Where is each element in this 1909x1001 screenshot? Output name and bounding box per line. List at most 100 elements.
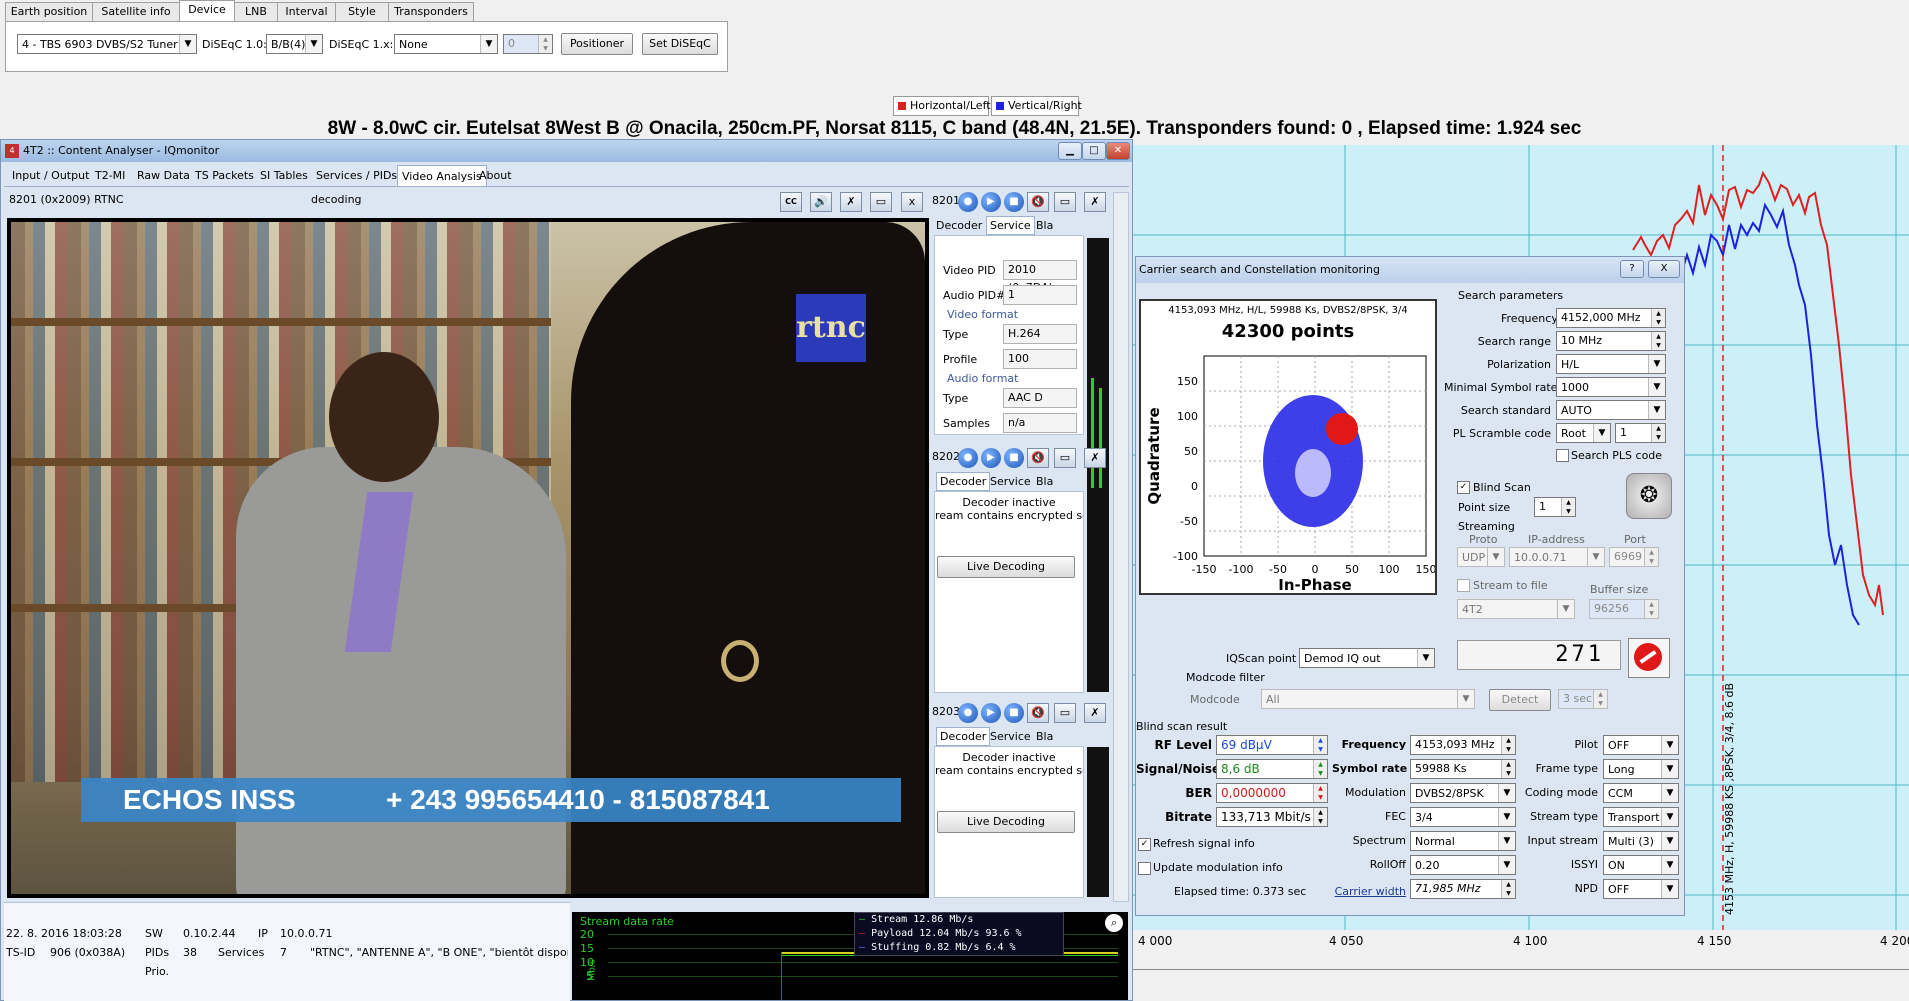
live-decoding-button[interactable]: Live Decoding <box>937 556 1075 578</box>
tab-device[interactable]: Device <box>179 0 235 22</box>
help-icon[interactable]: ? <box>1620 260 1644 278</box>
mute-icon[interactable]: 🔇 <box>1027 192 1049 212</box>
speaker-icon[interactable]: 🔊 <box>810 192 832 212</box>
menu-si-tables[interactable]: SI Tables <box>260 169 308 182</box>
buffer-size-input[interactable]: 96256 ▲ ▼ <box>1589 599 1659 619</box>
modulation-select[interactable]: DVBS2/8PSK ▼ <box>1410 783 1516 803</box>
close-video-button[interactable]: x <box>901 192 923 212</box>
tab-lnb[interactable]: LNB <box>234 2 278 21</box>
video-scrollbar[interactable] <box>1113 192 1129 902</box>
pl-scramble-number[interactable]: 1 ▲ ▼ <box>1615 423 1666 443</box>
satellite-icon[interactable]: ❂ <box>1626 473 1672 519</box>
positioner-button[interactable]: Positioner <box>561 33 633 55</box>
stop-button[interactable] <box>1628 638 1670 678</box>
menu-about[interactable]: About <box>479 169 512 182</box>
tools-icon[interactable]: ✗ <box>1084 192 1106 212</box>
legend-horizontal[interactable]: Horizontal/Left <box>893 96 991 116</box>
stream-type-select[interactable]: Transport ▼ <box>1603 807 1679 827</box>
live-decoding-button[interactable]: Live Decoding <box>937 811 1075 833</box>
rolloff-select[interactable]: 0.20 ▼ <box>1410 855 1516 875</box>
panel-tab-decoder[interactable]: Decoder <box>936 219 982 232</box>
mute-icon[interactable]: 🔇 <box>1027 448 1049 468</box>
menu-services-pids[interactable]: Services / PIDs <box>316 169 397 182</box>
pilot-select[interactable]: OFF ▼ <box>1603 735 1679 755</box>
menu-video-analysis[interactable]: Video Analysis <box>397 165 487 187</box>
menu-input-output[interactable]: Input / Output <box>12 169 89 182</box>
proto-select[interactable]: UDP ▼ <box>1457 547 1505 567</box>
frequency-input[interactable]: 4152,000 MHz ▲ ▼ <box>1556 308 1666 328</box>
zoom-icon[interactable]: ⌕ <box>1105 914 1123 932</box>
refresh-signal-checkbox[interactable]: ✓ <box>1138 838 1151 851</box>
analyser-titlebar[interactable]: 4 4T2 :: Content Analyser - IQmonitor ▁ … <box>1 140 1132 162</box>
detect-seconds[interactable]: 3 sec ▲ ▼ <box>1558 689 1608 709</box>
polarization-select[interactable]: H/L ▼ <box>1556 354 1666 374</box>
carrier-width-link[interactable]: Carrier width <box>1332 885 1406 898</box>
stop-icon[interactable]: ■ <box>1004 448 1024 468</box>
panel-tab-service[interactable]: Service <box>990 730 1031 743</box>
record-icon[interactable]: ● <box>958 192 978 212</box>
diseqc10-select[interactable]: B/B(4) ▼ <box>266 34 323 54</box>
stream-to-file-checkbox[interactable] <box>1457 579 1470 592</box>
mute-icon[interactable]: 🔇 <box>1027 703 1049 723</box>
search-pls-checkbox[interactable] <box>1556 449 1569 462</box>
minimize-icon[interactable]: ▁ <box>1058 142 1082 160</box>
port-input[interactable]: 6969 ▲ ▼ <box>1609 547 1659 567</box>
tab-interval[interactable]: Interval <box>277 2 336 21</box>
tuner-select[interactable]: 4 - TBS 6903 DVBS/S2 Tuner 0 ▼ <box>17 34 197 54</box>
screen-icon[interactable]: ▭ <box>1054 448 1076 468</box>
frame-type-select[interactable]: Long ▼ <box>1603 759 1679 779</box>
detect-button[interactable]: Detect <box>1489 689 1551 711</box>
npd-select[interactable]: OFF ▼ <box>1603 879 1679 899</box>
min-symbol-rate-select[interactable]: 1000 ▼ <box>1556 377 1666 397</box>
screen-icon[interactable]: ▭ <box>1054 192 1076 212</box>
panel-tab-decoder[interactable]: Decoder <box>936 727 991 746</box>
diseqc1x-number[interactable]: 0 ▲ ▼ <box>503 34 553 54</box>
maximize-icon[interactable]: □ <box>1082 142 1106 160</box>
coding-mode-select[interactable]: CCM ▼ <box>1603 783 1679 803</box>
search-standard-select[interactable]: AUTO ▼ <box>1556 400 1666 420</box>
diseqc1x-select[interactable]: None ▼ <box>394 34 498 54</box>
tab-earth-position[interactable]: Earth position <box>5 2 93 21</box>
tools-icon[interactable]: ✗ <box>840 192 862 212</box>
tab-satellite-info[interactable]: Satellite info <box>92 2 180 21</box>
file-select[interactable]: 4T2 ▼ <box>1457 599 1575 619</box>
ip-select[interactable]: 10.0.0.71 ▼ <box>1509 547 1605 567</box>
stop-icon[interactable]: ■ <box>1004 703 1024 723</box>
record-icon[interactable]: ● <box>958 703 978 723</box>
play-icon[interactable]: ▶ <box>981 703 1001 723</box>
iq-scan-point-select[interactable]: Demod IQ out ▼ <box>1299 648 1435 668</box>
panel-tab-service[interactable]: Service <box>990 475 1031 488</box>
panel-tab-decoder[interactable]: Decoder <box>936 472 991 491</box>
close-icon[interactable]: X <box>1648 260 1680 278</box>
tools-icon[interactable]: ✗ <box>1084 703 1106 723</box>
tab-transponders[interactable]: Transponders <box>388 2 474 21</box>
stop-icon[interactable]: ■ <box>1004 192 1024 212</box>
update-modulation-checkbox[interactable] <box>1138 862 1151 875</box>
play-icon[interactable]: ▶ <box>981 448 1001 468</box>
fec-select[interactable]: 3/4 ▼ <box>1410 807 1516 827</box>
menu-raw-data[interactable]: Raw Data <box>137 169 190 182</box>
menu-ts-packets[interactable]: TS Packets <box>195 169 254 182</box>
cc-icon[interactable]: CC <box>780 192 802 212</box>
blind-scan-checkbox[interactable]: ✓ <box>1457 481 1470 494</box>
panel-tab-bla[interactable]: Bla <box>1036 219 1053 232</box>
carrier-titlebar[interactable]: Carrier search and Constellation monitor… <box>1136 257 1684 283</box>
legend-vertical[interactable]: Vertical/Right <box>991 96 1082 116</box>
pl-scramble-select[interactable]: Root ▼ <box>1556 423 1611 443</box>
record-icon[interactable]: ● <box>958 448 978 468</box>
input-stream-select[interactable]: Multi (3) ▼ <box>1603 831 1679 851</box>
panel-tab-bla[interactable]: Bla <box>1036 475 1053 488</box>
menu-t2-mi[interactable]: T2-MI <box>95 169 125 182</box>
tab-style[interactable]: Style <box>335 2 389 21</box>
screen-icon[interactable]: ▭ <box>870 192 892 212</box>
set-diseqc-button[interactable]: Set DiSEqC <box>642 33 718 55</box>
tools-icon[interactable]: ✗ <box>1084 448 1106 468</box>
issyi-select[interactable]: ON ▼ <box>1603 855 1679 875</box>
panel-tab-bla[interactable]: Bla <box>1036 730 1053 743</box>
modcode-select[interactable]: All ▼ <box>1261 689 1475 709</box>
point-size-input[interactable]: 1 ▲ ▼ <box>1534 497 1576 517</box>
spectrum-select[interactable]: Normal ▼ <box>1410 831 1516 851</box>
play-icon[interactable]: ▶ <box>981 192 1001 212</box>
close-icon[interactable]: ✕ <box>1106 142 1130 160</box>
search-range-input[interactable]: 10 MHz ▲ ▼ <box>1556 331 1666 351</box>
